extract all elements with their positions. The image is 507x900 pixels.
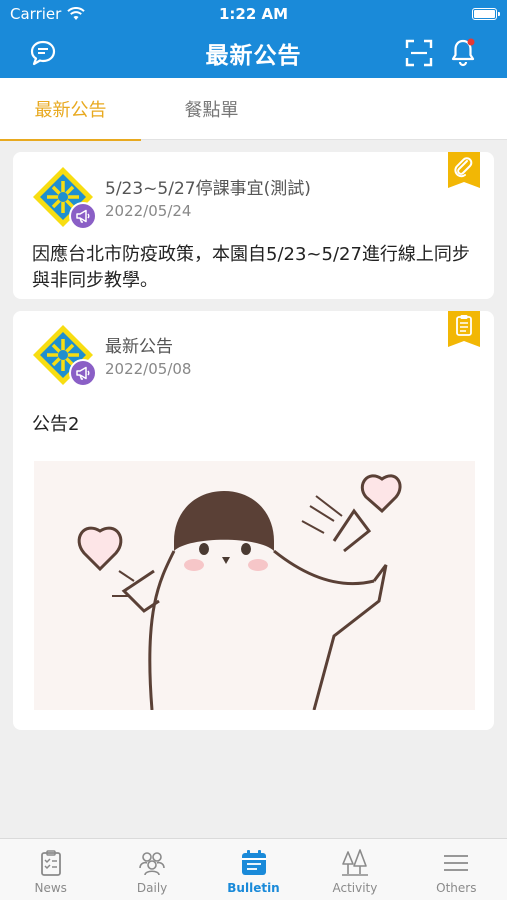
penguin-illustration[interactable] [34,461,475,710]
post-card[interactable]: 5/23~5/27停課事宜(測試) 2022/05/24 因應台北市防疫政策，本… [13,152,494,299]
tab-label: Bulletin [227,881,280,895]
tab-meal-list[interactable]: 餐點單 [141,78,282,140]
tab-label: Activity [332,881,378,895]
tab-label: Daily [136,881,168,895]
bell-icon[interactable] [449,37,477,67]
top-bar: Carrier 1:22 AM 最新公告 [0,0,507,78]
tab-latest-announcements[interactable]: 最新公告 [0,78,141,141]
clipboard-list-icon [40,850,61,876]
people-icon [139,852,165,876]
post-card[interactable]: 最新公告 2022/05/08 公告2 [13,311,494,730]
segment-tabs: 最新公告 餐點單 [0,78,507,141]
tab-daily[interactable]: Daily [101,839,202,900]
page-title: 最新公告 [205,43,302,69]
tab-bulletin[interactable]: Bulletin [203,839,304,900]
post-date: 2022/05/24 [105,202,192,220]
scan-icon[interactable] [405,39,433,67]
nav-bar: 最新公告 [0,28,507,78]
tab-label: Others [436,881,477,895]
post-title: 5/23~5/27停課事宜(測試) [105,179,311,199]
tab-activity[interactable]: Activity [304,839,405,900]
post-title: 最新公告 [105,337,173,357]
paperclip-icon [448,152,480,188]
menu-icon [444,855,469,871]
megaphone-icon [69,202,97,230]
battery-icon [472,8,500,20]
trees-icon [341,849,368,876]
post-body: 公告2 [32,414,80,435]
post-body: 因應台北市防疫政策，本園自5/23~5/27進行線上同步與非同步教學。 [32,244,470,291]
clipboard-icon [448,311,480,347]
status-bar: Carrier 1:22 AM [0,0,507,28]
chat-icon[interactable] [28,38,58,68]
calendar-icon [241,850,266,875]
tab-others[interactable]: Others [406,839,507,900]
tab-label: News [34,881,67,895]
tab-news[interactable]: News [0,839,101,900]
post-date: 2022/05/08 [105,360,192,378]
megaphone-icon [69,359,97,387]
clock: 1:22 AM [218,5,289,23]
bottom-tab-bar: News Daily Bulletin Activity Others [0,838,507,900]
